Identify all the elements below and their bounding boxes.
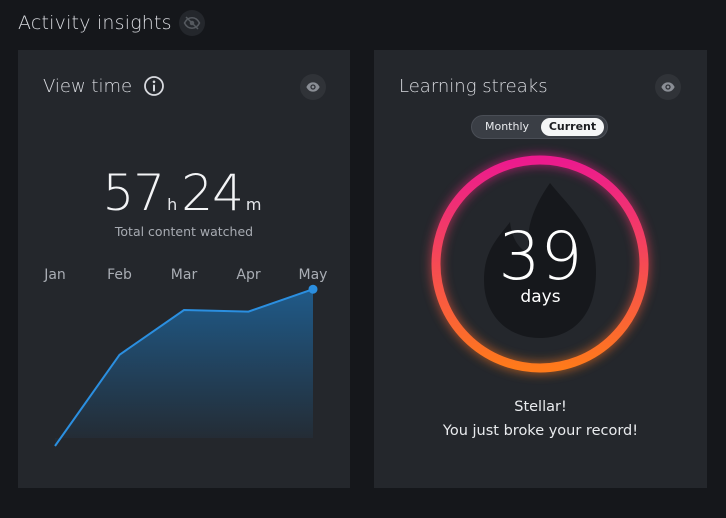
chart-point-may[interactable] (308, 284, 318, 294)
page-header: Activity insights (18, 10, 205, 36)
eye-off-icon (183, 16, 201, 30)
month-label-mar: Mar (171, 267, 198, 283)
month-label-jan: Jan (43, 267, 66, 283)
chart-area-fill (55, 289, 313, 446)
month-label-apr: Apr (236, 267, 260, 283)
learning-streaks-card: Learning streaks Monthly Current 39 days… (374, 50, 707, 488)
view-time-chart: Jan Feb Mar Apr May (43, 267, 328, 447)
view-time-card: View time 57 h24 m Total content watched J… (18, 50, 350, 488)
month-label-feb: Feb (107, 267, 132, 283)
streak-message-title: Stellar! (514, 399, 567, 415)
streak-days-value: 39 (498, 218, 583, 295)
page-title: Activity insights (18, 12, 172, 34)
month-label-may: May (299, 267, 328, 283)
streak-days-label: days (520, 287, 561, 307)
streak-message-body: You just broke your record! (442, 423, 639, 439)
hide-insights-button[interactable] (178, 10, 205, 36)
